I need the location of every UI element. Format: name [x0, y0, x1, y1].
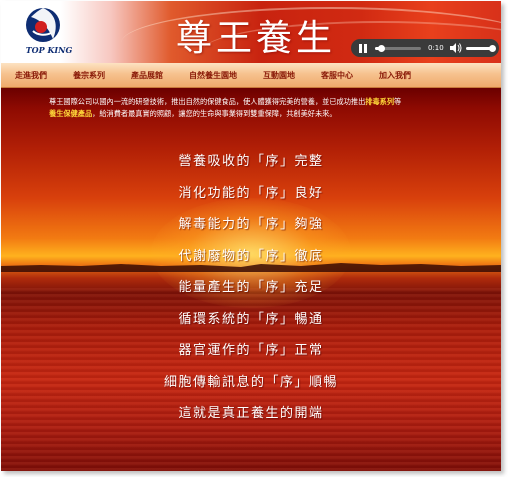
pause-icon[interactable]: [359, 43, 367, 53]
nav-item-series[interactable]: 養宗系列: [73, 70, 105, 81]
volume-handle[interactable]: [488, 44, 496, 52]
intro-highlight-2: 養生保健產品: [49, 109, 93, 118]
audio-player[interactable]: 0:10: [351, 39, 499, 57]
site-title: 尊王養生: [176, 18, 337, 59]
logo-emblem-icon: [26, 8, 60, 42]
verse-line: 解毒能力的「序」夠強: [178, 217, 324, 232]
nav-item-natural-health[interactable]: 自然養生園地: [189, 70, 237, 81]
header: TOP KING 尊王養生 0:10: [1, 1, 501, 63]
verse-line: 能量產生的「序」充足: [178, 280, 324, 295]
verse-line: 細胞傳輸訊息的「序」順暢: [163, 374, 338, 390]
intro-highlight-1: 排毒系列: [365, 97, 395, 106]
verse-line: 循環系統的「序」暢通: [178, 311, 324, 327]
playback-time: 0:10: [428, 44, 444, 52]
nav-item-about[interactable]: 走進我們: [15, 70, 47, 81]
verse-line: 代謝廢物的「序」徹底: [178, 248, 324, 264]
top-king-logo[interactable]: TOP KING: [19, 5, 79, 59]
verse-line: 這就是真正養生的開端: [178, 406, 324, 421]
nav-item-interactive[interactable]: 互動園地: [263, 70, 295, 81]
main-content: 尊王國際公司以國內一流的研發技術，推出自然的保健食品，使人體獲得完美的營養，並已…: [1, 88, 501, 471]
nav-item-products[interactable]: 產品展館: [131, 70, 163, 81]
nav-item-join[interactable]: 加入我們: [379, 70, 411, 81]
seek-handle[interactable]: [377, 44, 385, 52]
verse-line: 營養吸收的「序」完整: [178, 154, 324, 169]
verse-list: 營養吸收的「序」完整 消化功能的「序」良好 解毒能力的「序」夠強 代謝廢物的「序…: [1, 146, 501, 430]
intro-text: 尊王國際公司以國內一流的研發技術，推出自然的保健食品，使人體獲得完美的營養，並已…: [49, 96, 469, 120]
verse-line: 消化功能的「序」良好: [178, 185, 324, 201]
volume-icon[interactable]: [449, 43, 462, 53]
intro-line1-end: 等: [394, 97, 402, 106]
nav-item-service[interactable]: 客服中心: [321, 70, 353, 81]
intro-line2: ，給消費者最真實的照顧，讓您的生命與事業得到雙重保障，共創美好未來。: [92, 109, 337, 118]
verse-line: 器官運作的「序」正常: [178, 343, 324, 358]
page: TOP KING 尊王養生 0:10 走進我們 養宗系列 產品展館 自然養生園地…: [1, 1, 501, 471]
logo-text: TOP KING: [25, 45, 73, 55]
seek-slider[interactable]: [375, 44, 421, 52]
volume-slider[interactable]: [465, 44, 496, 52]
main-nav: 走進我們 養宗系列 產品展館 自然養生園地 互動園地 客服中心 加入我們: [1, 63, 501, 88]
intro-line1: 尊王國際公司以國內一流的研發技術，推出自然的保健食品，使人體獲得完美的營養，並已…: [49, 97, 366, 106]
